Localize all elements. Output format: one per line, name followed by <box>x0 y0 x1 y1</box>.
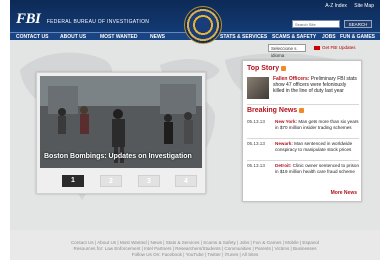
divider <box>247 104 359 105</box>
rss-icon[interactable] <box>299 107 305 113</box>
news-panel: Top Story Fallen Officers: Preliminary F… <box>242 60 362 202</box>
page: FBI FEDERAL BUREAU OF INVESTIGATION A-Z … <box>10 0 380 260</box>
news-text: Detroit: Clinic owner sentenced to priso… <box>275 163 359 174</box>
fbi-logo[interactable]: FBI FEDERAL BUREAU OF INVESTIGATION <box>16 10 149 28</box>
footer-links: Contact Us | About Us | Most Wanted | Ne… <box>10 240 380 258</box>
divider <box>247 138 359 139</box>
fbi-seal-icon <box>184 6 222 44</box>
divider <box>247 160 359 161</box>
pager-button-1[interactable]: 1 <box>62 175 84 187</box>
news-date: 05.13.13 <box>247 141 265 146</box>
news-place: Newark: <box>275 141 293 146</box>
rss-icon[interactable] <box>281 65 287 71</box>
search-input[interactable]: Search Site <box>292 20 340 28</box>
site-map-link[interactable]: Site Map <box>354 3 374 9</box>
top-story-summary[interactable]: Fallen Officers: Preliminary FBI stats s… <box>273 76 359 94</box>
news-date: 05.13.13 <box>247 163 265 168</box>
updates-label: Get FBI Updates <box>322 45 356 50</box>
logo-text: FEDERAL BUREAU OF INVESTIGATION <box>46 19 150 25</box>
pager-button-2[interactable]: 2 <box>100 175 122 187</box>
news-text: New York: Man gets more than six years i… <box>275 119 359 130</box>
a-z-index-link[interactable]: A-Z Index <box>325 3 347 9</box>
top-story-title: Top Story <box>247 65 280 72</box>
news-place: Detroit: <box>275 163 292 168</box>
language-select[interactable]: Seleccione s idioma <box>268 44 306 58</box>
utility-links: A-Z Index Site Map <box>319 3 374 9</box>
get-fbi-updates-link[interactable]: Get FBI Updates <box>314 45 356 50</box>
news-text: Newark: Man sentenced in worldwide consp… <box>275 141 359 152</box>
top-story-thumbnail[interactable] <box>247 77 269 99</box>
pager-button-3[interactable]: 3 <box>138 175 160 187</box>
top-story-heading: Top Story <box>247 65 287 72</box>
email-icon <box>314 45 320 50</box>
news-place: New York: <box>275 119 298 124</box>
pager-button-4[interactable]: 4 <box>175 175 197 187</box>
more-news-link[interactable]: More News <box>331 190 357 196</box>
video-caption: Boston Bombings: Updates on Investigatio… <box>44 153 192 160</box>
logo-mark: FBI <box>16 11 41 27</box>
footer-line-3[interactable]: Follow Us On: Facebook | YouTube | Twitt… <box>10 252 380 258</box>
news-date: 05.13.13 <box>247 119 265 124</box>
breaking-news-heading: Breaking News <box>247 107 305 114</box>
featured-video-panel: Boston Bombings: Updates on Investigatio… <box>36 72 206 194</box>
search-button[interactable]: SEARCH <box>344 20 372 28</box>
video-player[interactable]: Boston Bombings: Updates on Investigatio… <box>40 76 202 168</box>
breaking-news-title: Breaking News <box>247 107 298 114</box>
